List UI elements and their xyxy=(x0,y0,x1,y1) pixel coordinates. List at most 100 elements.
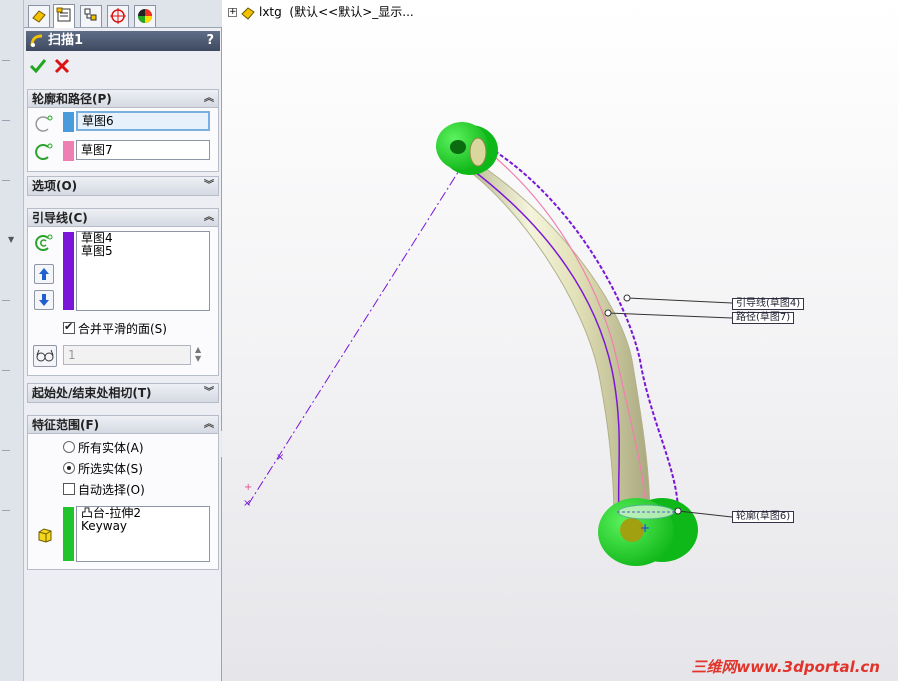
top-profile-section xyxy=(469,137,487,167)
collapse-chevron-icon[interactable]: ︽ xyxy=(204,209,214,227)
list-item[interactable]: Keyway xyxy=(77,520,209,533)
sweep-model-graphics[interactable]: + × × + xyxy=(222,0,898,681)
tab-display-manager[interactable] xyxy=(134,5,156,27)
all-bodies-radio[interactable] xyxy=(63,441,75,453)
group-header-options[interactable]: 选项(O) ︾ xyxy=(28,177,218,195)
guide-curve-icon xyxy=(35,234,53,251)
group-guide-curves: 引导线(C) ︽ 草图4 草图5 合并平滑的面(S) 1 ▲▼ xyxy=(27,208,219,376)
profile-selection-box[interactable]: 草图6 xyxy=(76,111,210,131)
auto-select-checkbox[interactable] xyxy=(63,483,75,495)
group-header-profile-path[interactable]: 轮廓和路径(P) ︽ xyxy=(28,90,218,108)
path-color-swatch xyxy=(63,141,74,161)
sweep-icon xyxy=(30,34,43,47)
tab-feature-manager[interactable] xyxy=(28,5,50,27)
sketch-point-marker: × xyxy=(276,452,284,463)
profile-color-swatch xyxy=(63,112,74,132)
leader-line-guide xyxy=(626,297,733,304)
all-bodies-label: 所有实体(A) xyxy=(78,441,144,455)
strip-tick xyxy=(2,510,10,511)
path-icon xyxy=(35,143,53,160)
group-start-end-tangency: 起始处/结束处相切(T) ︾ xyxy=(27,383,219,403)
selected-bodies-radio[interactable] xyxy=(63,462,75,474)
strip-tick xyxy=(2,180,10,181)
move-down-button[interactable] xyxy=(34,290,54,310)
feature-tree-flyout[interactable]: + lxtg (默认<<默认>_显示... xyxy=(228,4,414,20)
strip-tick xyxy=(2,370,10,371)
callout-profile[interactable]: 轮廓(草图6) xyxy=(732,511,795,523)
section-number-spinner[interactable]: 1 xyxy=(63,345,191,365)
leader-anchor-path[interactable] xyxy=(604,309,612,317)
group-options: 选项(O) ︾ xyxy=(27,176,219,196)
group-header-tangency[interactable]: 起始处/结束处相切(T) ︾ xyxy=(28,384,218,402)
pm-title: 扫描1 xyxy=(48,33,84,48)
help-button[interactable]: ? xyxy=(206,31,214,51)
strip-tick xyxy=(2,60,10,61)
bodies-color-swatch xyxy=(63,507,74,561)
merge-smooth-faces-label: 合并平滑的面(S) xyxy=(78,322,167,336)
group-feature-scope: 特征范围(F) ︽ 所有实体(A) 所选实体(S) 自动选择(O) 凸台-拉伸2… xyxy=(27,415,219,570)
callout-guide-curve[interactable]: 引导线(草图4) xyxy=(732,298,805,310)
profile-point-marker: + xyxy=(640,521,650,535)
top-boss-hole xyxy=(450,140,466,154)
group-title: 特征范围(F) xyxy=(32,418,100,432)
guide-curve-list[interactable]: 草图4 草图5 xyxy=(76,231,210,311)
selected-bodies-label: 所选实体(S) xyxy=(78,462,143,476)
strip-tick xyxy=(2,300,10,301)
move-up-button[interactable] xyxy=(34,264,54,284)
group-title: 轮廓和路径(P) xyxy=(32,92,112,106)
expand-chevron-icon[interactable]: ︾ xyxy=(204,384,214,402)
group-profile-path: 轮廓和路径(P) ︽ 草图6 草图7 xyxy=(27,89,219,172)
leader-line-path xyxy=(607,312,733,319)
collapse-chevron-icon[interactable]: ︽ xyxy=(204,90,214,108)
arrow-down-icon xyxy=(39,294,49,306)
tree-expander[interactable]: + xyxy=(228,8,237,17)
ok-button[interactable] xyxy=(28,56,48,76)
merge-smooth-faces-checkbox[interactable] xyxy=(63,320,75,334)
group-header-feature-scope[interactable]: 特征范围(F) ︽ xyxy=(28,416,218,434)
group-title: 引导线(C) xyxy=(32,211,88,225)
tab-property-manager[interactable] xyxy=(53,4,75,28)
group-title: 起始处/结束处相切(T) xyxy=(32,386,152,400)
expand-chevron-icon[interactable]: ︾ xyxy=(204,177,214,195)
collapse-chevron-icon[interactable]: ︽ xyxy=(204,416,214,434)
origin-marker-icon: + xyxy=(244,482,252,493)
spinner-arrows-icon[interactable]: ▲ ▼ xyxy=(195,345,201,363)
guide-curve-color-swatch xyxy=(63,232,74,310)
cancel-button[interactable] xyxy=(52,56,72,76)
sketch-endpoint-marker: × xyxy=(243,498,251,509)
profile-icon xyxy=(35,115,53,132)
dimxpert-icon xyxy=(110,8,126,24)
property-manager-panel: 扫描1 ? 轮廓和路径(P) ︽ 草图6 草图7 选项(O) ︾ 引导线(C) … xyxy=(24,0,222,681)
callout-path[interactable]: 路径(草图7) xyxy=(732,312,795,324)
manager-tab-bar xyxy=(24,0,222,28)
list-item[interactable]: 草图5 xyxy=(77,245,209,258)
part-name[interactable]: lxtg xyxy=(259,5,282,19)
tab-configuration-manager[interactable] xyxy=(80,5,102,27)
group-title: 选项(O) xyxy=(32,179,78,193)
configuration-label: (默认<<默认>_显示... xyxy=(289,5,414,19)
auto-select-label: 自动选择(O) xyxy=(78,483,145,497)
swept-tube-body[interactable] xyxy=(464,157,651,521)
leader-anchor-guide[interactable] xyxy=(623,294,631,302)
glasses-icon xyxy=(36,349,54,362)
strip-tick xyxy=(2,120,10,121)
site-watermark: 三维网www.3dportal.cn xyxy=(691,658,880,676)
path-selection-box[interactable]: 草图7 xyxy=(76,140,210,160)
strip-arrow-icon[interactable]: ▼ xyxy=(8,235,14,244)
configuration-manager-icon xyxy=(84,8,97,21)
bodies-list[interactable]: 凸台-拉伸2 Keyway xyxy=(76,506,210,562)
strip-tick xyxy=(2,450,10,451)
group-header-guide-curves[interactable]: 引导线(C) ︽ xyxy=(28,209,218,227)
show-sections-button[interactable] xyxy=(33,345,57,367)
solid-body-icon xyxy=(38,528,52,543)
profile-sketch-section[interactable] xyxy=(617,504,675,520)
graphics-viewport[interactable]: + × × + 引导线(草图4) 路径(草图7) 轮廓(草图6) xyxy=(222,0,898,681)
arrow-up-icon xyxy=(39,268,49,280)
tab-dimxpert-manager[interactable] xyxy=(107,5,129,27)
pm-title-bar: 扫描1 ? xyxy=(26,31,220,51)
display-manager-icon xyxy=(138,9,152,23)
left-edge-strip: ▼ xyxy=(0,0,24,681)
leader-anchor-profile[interactable] xyxy=(674,507,682,515)
part-icon xyxy=(241,6,255,20)
property-manager-icon xyxy=(56,7,71,22)
